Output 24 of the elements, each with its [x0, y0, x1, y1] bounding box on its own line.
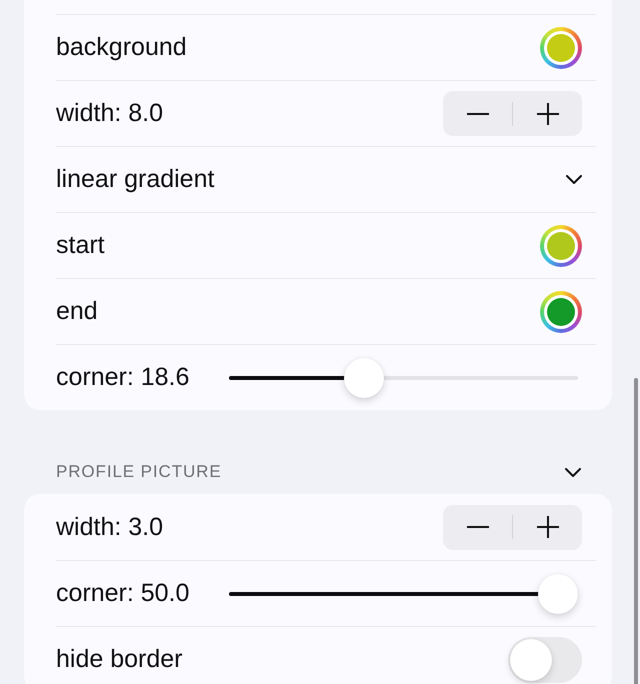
- plus-icon: [536, 102, 558, 124]
- row-label: background: [56, 33, 187, 62]
- color-well[interactable]: [540, 26, 582, 68]
- chevron-down-icon: [566, 175, 582, 184]
- section-header: PROFILE PICTURE: [56, 462, 222, 482]
- row-label: width: 3.0: [56, 512, 164, 542]
- slider-thumb[interactable]: [344, 358, 384, 398]
- plus-icon: [536, 516, 558, 538]
- row-label: start: [56, 231, 105, 260]
- row-label: width: 8.0: [56, 99, 164, 128]
- row-label: end: [56, 297, 98, 326]
- row-label: corner: 50.0: [56, 579, 190, 608]
- slider-track[interactable]: [229, 358, 578, 398]
- color-well[interactable]: [540, 290, 582, 332]
- chevron-down-icon: [565, 468, 581, 476]
- color-well[interactable]: [540, 224, 582, 266]
- minus-icon: [466, 526, 488, 528]
- row-label: hide border: [56, 645, 182, 674]
- row-label: corner: 18.6: [56, 363, 190, 392]
- minus-icon: [466, 112, 488, 114]
- slider-track[interactable]: [229, 574, 578, 614]
- toggle-switch[interactable]: [508, 636, 582, 682]
- slider-thumb[interactable]: [538, 574, 578, 614]
- row-label: linear gradient: [56, 165, 214, 194]
